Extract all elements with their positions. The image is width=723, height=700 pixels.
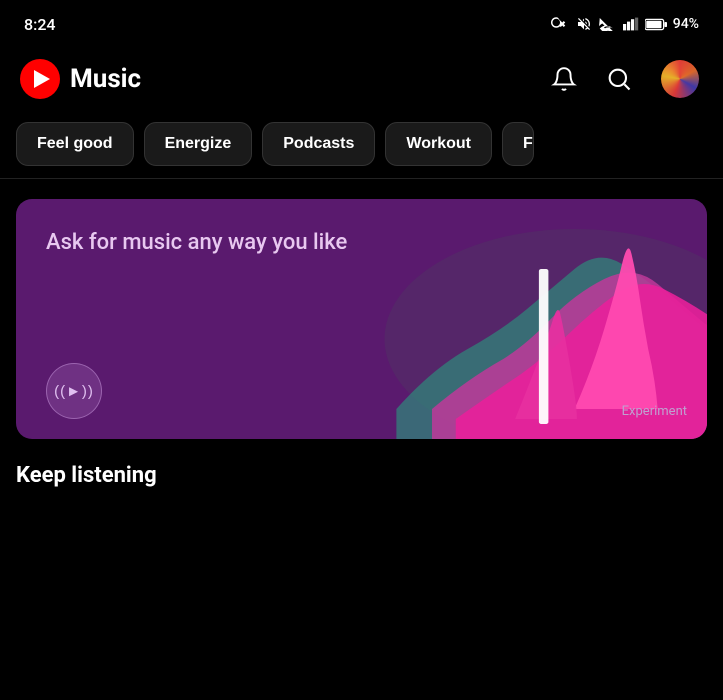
mute-icon bbox=[575, 16, 593, 32]
experiment-label: Experiment bbox=[622, 404, 687, 419]
bell-icon bbox=[551, 66, 577, 92]
chip-energize[interactable]: Energize bbox=[144, 122, 253, 166]
voice-button[interactable]: ((►)) bbox=[46, 363, 102, 419]
logo-area: Music bbox=[20, 59, 141, 99]
battery-percent: 94% bbox=[673, 16, 699, 32]
banner-bottom: ((►)) Experiment bbox=[46, 363, 687, 419]
banner-title: Ask for music any way you like bbox=[46, 229, 399, 258]
chip-feel-good[interactable]: Feel good bbox=[16, 122, 134, 166]
header-actions bbox=[547, 56, 703, 102]
search-icon bbox=[605, 65, 633, 93]
key-icon bbox=[551, 17, 569, 31]
app-title: Music bbox=[70, 64, 141, 94]
chip-more[interactable]: F bbox=[502, 122, 534, 166]
keep-listening-title: Keep listening bbox=[16, 463, 707, 488]
wifi-icon bbox=[599, 17, 617, 31]
chip-podcasts[interactable]: Podcasts bbox=[262, 122, 375, 166]
profile-button[interactable] bbox=[657, 56, 703, 102]
chip-workout[interactable]: Workout bbox=[385, 122, 492, 166]
notification-button[interactable] bbox=[547, 62, 581, 96]
voice-icon: ((►)) bbox=[54, 383, 94, 400]
status-bar: 8:24 94% bbox=[0, 0, 723, 44]
status-time: 8:24 bbox=[24, 15, 56, 34]
avatar-image bbox=[661, 60, 699, 98]
ai-music-banner[interactable]: Ask for music any way you like bbox=[16, 199, 707, 439]
banner-section: Ask for music any way you like bbox=[0, 179, 723, 439]
keep-listening-section: Keep listening bbox=[0, 439, 723, 488]
signal-icon bbox=[623, 17, 639, 31]
app-header: Music bbox=[0, 44, 723, 114]
play-triangle bbox=[34, 70, 50, 88]
battery-icon bbox=[645, 18, 667, 31]
status-icons: 94% bbox=[551, 16, 699, 32]
avatar bbox=[661, 60, 699, 98]
search-button[interactable] bbox=[601, 61, 637, 97]
chips-row: Feel good Energize Podcasts Workout F bbox=[0, 114, 723, 178]
youtube-music-logo bbox=[20, 59, 60, 99]
